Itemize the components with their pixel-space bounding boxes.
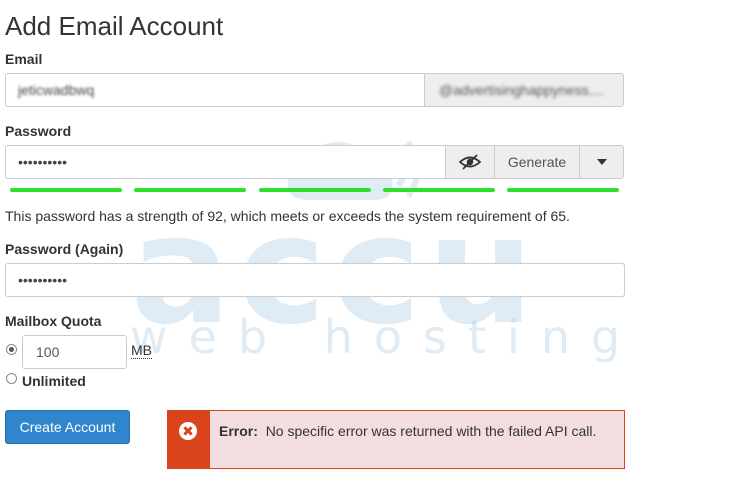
error-x-icon: ✖ [179, 422, 197, 440]
password-again-input[interactable]: •••••••••• [5, 263, 625, 297]
quota-unlimited-radio[interactable] [6, 373, 17, 384]
generate-options-dropdown[interactable] [579, 145, 624, 179]
strength-bar-segment [383, 188, 495, 192]
strength-bar-segment [259, 188, 371, 192]
create-account-button[interactable]: Create Account [5, 410, 130, 444]
strength-bar-segment [10, 188, 122, 192]
quota-input[interactable]: 100 [22, 335, 127, 369]
quota-unit: MB [131, 342, 152, 359]
alert-icon-box: ✖ [168, 411, 210, 468]
alert-text: Error: No specific error was returned wi… [219, 422, 609, 441]
email-domain-select[interactable]: @advertisinghappyness.... [424, 73, 624, 107]
error-alert: ✖ Error: No specific error was returned … [167, 410, 625, 469]
page-title: Add Email Account [5, 11, 224, 41]
quota-limited-radio[interactable] [6, 344, 17, 355]
mailbox-quota-label: Mailbox Quota [5, 313, 102, 329]
caret-down-icon [596, 159, 607, 165]
password-strength-text: This password has a strength of 92, whic… [5, 208, 570, 224]
watermark-tagline: web hosting [130, 310, 642, 364]
email-label: Email [5, 51, 43, 67]
alert-message: No specific error was returned with the … [265, 423, 597, 439]
password-value: •••••••••• [18, 154, 68, 170]
quota-value: 100 [36, 344, 60, 360]
password-label: Password [5, 123, 72, 139]
email-username-input[interactable]: jeticwadbwq [5, 73, 425, 107]
email-domain-value: @advertisinghappyness.... [439, 82, 605, 98]
toggle-password-visibility-button[interactable] [445, 145, 495, 179]
create-account-label: Create Account [19, 419, 116, 435]
email-username-value: jeticwadbwq [18, 82, 95, 98]
strength-bar-segment [507, 188, 619, 192]
quota-unlimited-label[interactable]: Unlimited [22, 373, 86, 389]
password-again-value: •••••••••• [18, 272, 68, 288]
generate-password-button[interactable]: Generate [494, 145, 580, 179]
generate-label: Generate [507, 154, 567, 170]
alert-title: Error: [219, 423, 258, 439]
password-again-label: Password (Again) [5, 241, 124, 257]
strength-bar-segment [134, 188, 246, 192]
password-input[interactable]: •••••••••• [5, 145, 446, 179]
eye-slash-icon [459, 154, 481, 170]
